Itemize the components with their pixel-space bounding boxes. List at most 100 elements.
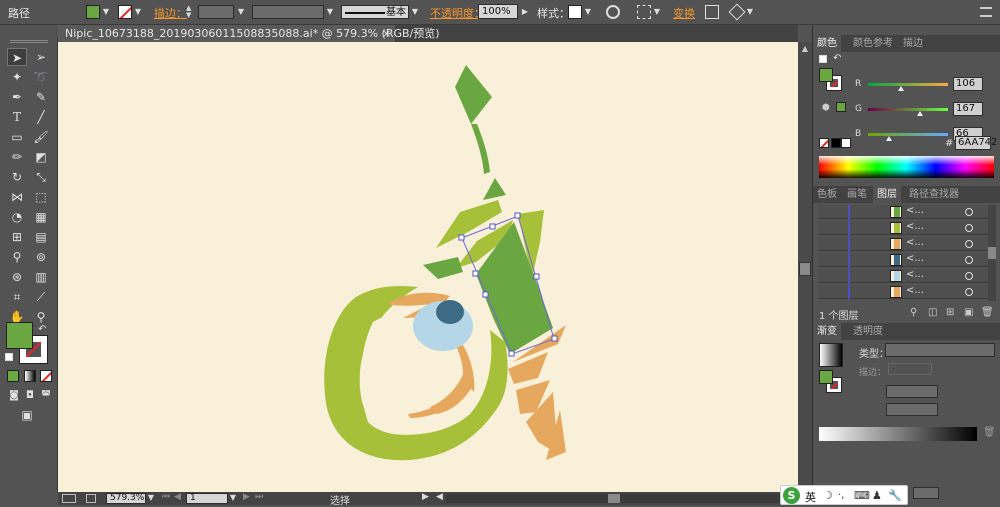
channel-thumb-r[interactable] <box>898 86 905 91</box>
curvature-tool-icon[interactable]: ✎ <box>31 88 51 106</box>
target-icon[interactable] <box>965 240 973 248</box>
type-tool-icon[interactable]: T <box>7 108 27 126</box>
target-icon[interactable] <box>965 256 973 264</box>
black-swatch[interactable] <box>831 138 841 148</box>
arrange-icon[interactable] <box>728 3 746 21</box>
next-artboard-icon[interactable]: ▶ <box>243 492 250 502</box>
default-fill-stroke-icon[interactable] <box>819 55 827 63</box>
zoom-field[interactable]: 579.3% <box>106 493 146 504</box>
artboard-dropdown-icon[interactable]: ▼ <box>228 492 238 503</box>
width-tool-icon[interactable]: ⋈ <box>7 188 27 206</box>
pen-tool-icon[interactable]: ✒ <box>7 88 27 106</box>
punctuation-icon[interactable]: ·, <box>838 490 844 501</box>
brush-style-field[interactable]: 基本 <box>341 5 409 19</box>
share-icon[interactable] <box>86 494 96 503</box>
hex-field[interactable]: 6AA742 <box>955 136 997 150</box>
gradient-aspect-field[interactable] <box>886 403 938 416</box>
color-spectrum[interactable] <box>819 156 994 178</box>
color-panel-fill[interactable] <box>819 68 833 82</box>
prev-artboard-icon[interactable]: ◀ <box>174 492 181 502</box>
eyedropper-tool-icon[interactable]: ⚲ <box>7 248 27 266</box>
channel-slider-r[interactable] <box>868 83 948 86</box>
visibility-toggle[interactable] <box>820 271 830 281</box>
target-icon[interactable] <box>965 272 973 280</box>
gradient-type-select[interactable] <box>885 343 995 357</box>
opacity-dropdown-icon[interactable]: ▶ <box>520 5 530 19</box>
swap-fill-stroke-icon[interactable]: ↶ <box>38 324 46 335</box>
visibility-toggle[interactable] <box>820 207 830 217</box>
layer-row[interactable]: <... <box>818 285 996 299</box>
layers-scrollbar[interactable] <box>988 205 996 301</box>
artboard-number-field[interactable]: 1 <box>186 493 228 504</box>
align-icon[interactable] <box>637 5 651 19</box>
vertical-scrollbar[interactable]: ▲ <box>798 42 812 492</box>
default-colors-icon[interactable] <box>5 353 13 361</box>
gradient-angle-field[interactable] <box>886 385 938 398</box>
tab-swatches[interactable]: 色板 <box>813 186 841 203</box>
artboard-canvas[interactable] <box>58 42 798 492</box>
lasso-tool-icon[interactable]: ➰ <box>31 68 51 86</box>
swap-icon[interactable]: ↶ <box>833 53 841 64</box>
white-swatch[interactable] <box>841 138 851 148</box>
last-artboard-icon[interactable]: ⏭ <box>255 492 263 502</box>
line-tool-icon[interactable]: ╱ <box>31 108 51 126</box>
visibility-toggle[interactable] <box>820 255 830 265</box>
draw-inside-icon[interactable]: ◚ <box>36 387 56 405</box>
transform-link[interactable]: 变换 <box>673 5 695 21</box>
brush-style-dropdown-icon[interactable]: ▼ <box>410 5 420 19</box>
target-icon[interactable] <box>965 288 973 296</box>
stroke-weight-dropdown-icon[interactable]: ▼ <box>236 5 246 19</box>
gradient-fill-swatch[interactable] <box>819 370 833 384</box>
opacity-field[interactable]: 100% <box>478 4 518 19</box>
direct-selection-tool-icon[interactable]: ➢ <box>31 48 51 66</box>
artboard-nav-icon[interactable] <box>62 494 76 503</box>
gradient-slider[interactable] <box>819 427 977 441</box>
graphic-style-dropdown-icon[interactable]: ▼ <box>583 5 593 19</box>
arrange-dropdown-icon[interactable]: ▼ <box>745 5 755 19</box>
tab-gradient[interactable]: 渐变 <box>813 323 841 340</box>
fill-swatch[interactable] <box>86 5 100 19</box>
graphic-style-swatch[interactable] <box>568 5 582 19</box>
zoom-dropdown-icon[interactable]: ▼ <box>146 492 156 503</box>
stroke-weight-field[interactable] <box>198 5 234 19</box>
fill-color-box[interactable] <box>6 322 33 349</box>
new-sublayer-icon[interactable]: ⊞ <box>946 307 954 318</box>
out-of-gamut-icon[interactable]: ⬢ <box>822 103 830 113</box>
target-icon[interactable] <box>965 224 973 232</box>
horizontal-scrollbar[interactable] <box>446 494 786 503</box>
fill-dropdown-icon[interactable]: ▼ <box>101 5 111 19</box>
layer-row[interactable]: <... <box>818 221 996 235</box>
selection-tool-icon[interactable]: ➤ <box>7 48 27 66</box>
tab-pathfinder[interactable]: 路径查找器 <box>905 186 963 203</box>
new-layer-icon[interactable]: ▣ <box>964 307 973 318</box>
channel-value-g[interactable]: 167 <box>953 102 983 116</box>
symbol-sprayer-tool-icon[interactable]: ⊛ <box>7 268 27 286</box>
first-artboard-icon[interactable]: ⏮ <box>162 492 170 502</box>
channel-value-r[interactable]: 106 <box>953 77 983 91</box>
gradient-location-field[interactable] <box>913 487 939 499</box>
stroke-label[interactable]: 描边： <box>154 5 187 21</box>
layer-row[interactable]: <... <box>818 205 996 219</box>
color-mode-icon[interactable] <box>7 370 19 382</box>
recolor-icon[interactable] <box>606 5 620 19</box>
gradient-mode-icon[interactable] <box>24 370 36 382</box>
isolate-icon[interactable] <box>705 5 719 19</box>
delete-stop-icon[interactable]: 🗑 <box>983 427 996 438</box>
locate-object-icon[interactable]: ⚲ <box>910 307 917 318</box>
variable-width-field[interactable] <box>252 5 324 19</box>
gradient-tool-icon[interactable]: ▤ <box>31 228 51 246</box>
ime-language[interactable]: 英 <box>805 489 816 505</box>
stroke-stepper[interactable]: ▲ ▼ <box>186 5 196 19</box>
status-menu-icon[interactable]: ▶ <box>422 492 429 502</box>
layer-row[interactable]: <... <box>818 253 996 267</box>
slice-tool-icon[interactable]: ⟋ <box>31 288 51 306</box>
sogou-logo-icon[interactable]: S <box>783 487 800 504</box>
pencil-tool-icon[interactable]: ✏ <box>7 148 27 166</box>
align-dropdown-icon[interactable]: ▼ <box>652 5 662 19</box>
eraser-tool-icon[interactable]: ◩ <box>31 148 51 166</box>
rotate-tool-icon[interactable]: ↻ <box>7 168 27 186</box>
hscroll-thumb[interactable] <box>608 494 620 503</box>
blend-tool-icon[interactable]: ⊚ <box>31 248 51 266</box>
none-mode-icon[interactable] <box>40 370 52 382</box>
visibility-toggle[interactable] <box>820 239 830 249</box>
